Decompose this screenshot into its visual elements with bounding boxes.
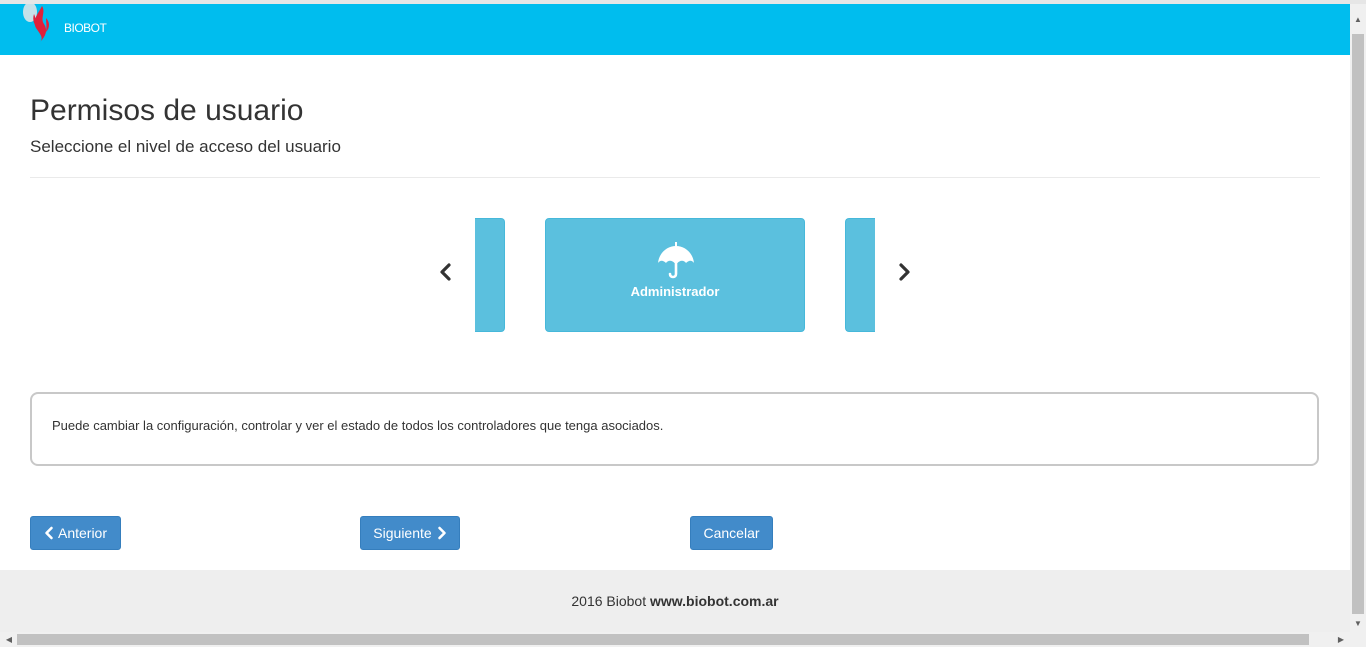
divider: [30, 177, 1320, 178]
chevron-left-icon: [440, 263, 451, 281]
page-title: Permisos de usuario: [30, 94, 304, 127]
cancel-button[interactable]: Cancelar: [690, 516, 773, 550]
horizontal-scroll-thumb[interactable]: [17, 634, 1309, 645]
brand-name: BIOBOT: [64, 21, 107, 35]
navbar: BIOBOT: [0, 4, 1350, 55]
brand-logo[interactable]: BIOBOT: [22, 4, 112, 44]
footer-copyright: 2016 Biobot: [571, 593, 647, 609]
chevron-right-icon: [899, 263, 910, 281]
card-label: Administrador: [630, 284, 720, 299]
page-subtitle: Seleccione el nivel de acceso del usuari…: [30, 137, 341, 156]
scroll-up-arrow-icon[interactable]: ▲: [1350, 12, 1366, 28]
scroll-down-arrow-icon[interactable]: ▼: [1350, 616, 1366, 632]
carousel-card-selected[interactable]: Administrador: [545, 218, 805, 332]
scroll-left-arrow-icon[interactable]: ◀: [2, 632, 16, 647]
scroll-right-arrow-icon[interactable]: ▶: [1334, 632, 1348, 647]
chevron-left-icon: [45, 526, 53, 540]
umbrella-icon: [658, 242, 694, 279]
next-button-label: Siguiente: [373, 525, 432, 541]
horizontal-scrollbar[interactable]: ◀ ▶: [0, 632, 1350, 647]
previous-button[interactable]: Anterior: [30, 516, 121, 550]
previous-button-label: Anterior: [57, 525, 108, 541]
carousel-card-previous[interactable]: [475, 218, 505, 332]
chevron-right-icon: [437, 526, 446, 540]
footer: 2016 Biobot www.biobot.com.ar: [0, 570, 1350, 632]
vertical-scrollbar[interactable]: ▲ ▼: [1350, 4, 1366, 632]
carousel-next-button[interactable]: [889, 257, 919, 287]
permission-description: Puede cambiar la configuración, controla…: [52, 418, 664, 433]
scrollbar-corner: [1350, 632, 1366, 647]
cancel-button-label: Cancelar: [703, 525, 760, 541]
leaf-logo-icon: [23, 4, 49, 42]
carousel-card-next[interactable]: [845, 218, 875, 332]
vertical-scroll-thumb[interactable]: [1352, 34, 1364, 614]
footer-link[interactable]: www.biobot.com.ar: [650, 593, 779, 609]
footer-text: 2016 Biobot www.biobot.com.ar: [0, 593, 1350, 609]
permission-description-box: Puede cambiar la configuración, controla…: [30, 392, 1319, 466]
carousel-prev-button[interactable]: [431, 257, 461, 287]
next-button[interactable]: Siguiente: [360, 516, 460, 550]
